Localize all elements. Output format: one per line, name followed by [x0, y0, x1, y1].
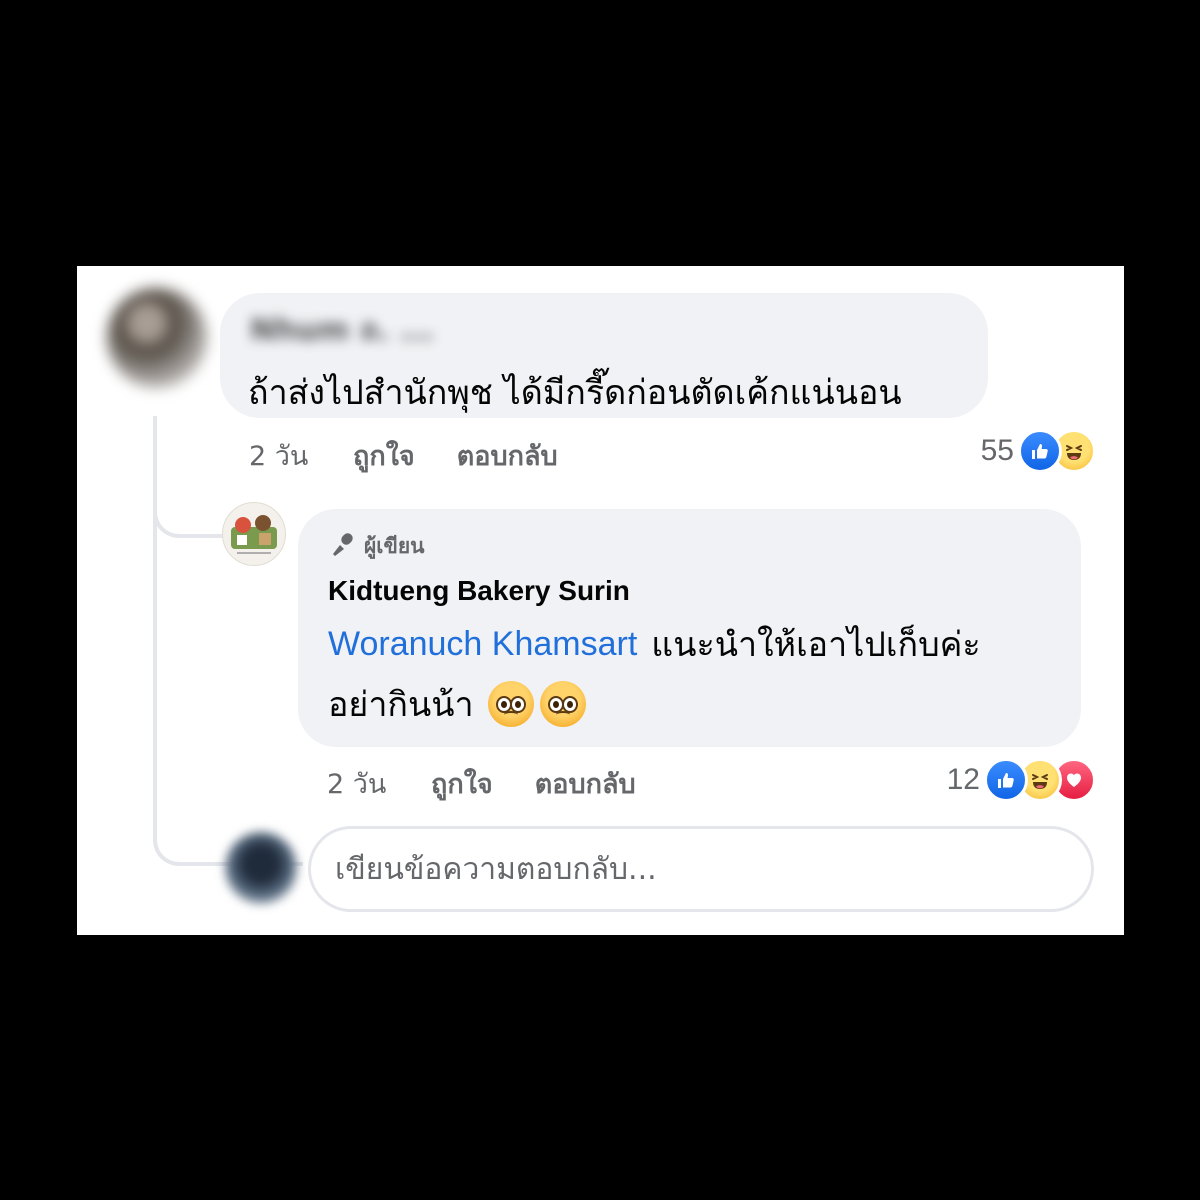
reaction-summary[interactable]: 55: [981, 429, 1096, 473]
reply-button[interactable]: ตอบกลับ: [457, 434, 558, 477]
reply-button[interactable]: ตอบกลับ: [535, 762, 636, 805]
pleading-face-icon: [487, 681, 534, 727]
reply-text-line: Woranuch Khamsart แนะนำให้เอาไปเก็บค่ะ: [328, 617, 981, 671]
like-button[interactable]: ถูกใจ: [353, 434, 415, 477]
comment-bubble: Nhum ล. ... ถ้าส่งไปสำนักพุช ได้มีกรี๊ดก…: [220, 293, 988, 418]
like-reaction-icon: [1018, 429, 1062, 473]
author-badge-label: ผู้เขียน: [364, 533, 425, 558]
reply-text: อย่ากินน้า: [328, 685, 474, 725]
reply-bubble: ผู้เขียน Kidtueng Bakery Surin Woranuch …: [298, 509, 1081, 747]
like-button[interactable]: ถูกใจ: [431, 762, 493, 805]
author-badge: ผู้เขียน: [328, 531, 425, 561]
reaction-summary[interactable]: 12: [947, 758, 1096, 802]
mention-link[interactable]: Woranuch Khamsart: [328, 625, 637, 664]
page-avatar[interactable]: [222, 502, 286, 566]
current-user-avatar: [225, 832, 297, 904]
like-reaction-icon: [984, 758, 1028, 802]
comment-text: ถ้าส่งไปสำนักพุช ได้มีกรี๊ดก่อนตัดเค้กแน…: [248, 373, 902, 413]
comment-timestamp[interactable]: 2 วัน: [249, 434, 353, 477]
commenter-avatar[interactable]: [107, 288, 207, 388]
commenter-name[interactable]: Nhum ล. ...: [250, 307, 570, 348]
microphone-icon: [328, 529, 358, 563]
reaction-count: 12: [946, 763, 980, 796]
comment-thread-panel: Nhum ล. ... ถ้าส่งไปสำนักพุช ได้มีกรี๊ดก…: [77, 266, 1124, 935]
reply-input[interactable]: [308, 826, 1094, 912]
pleading-face-icon: [539, 681, 586, 727]
reply-text: แนะนำให้เอาไปเก็บค่ะ: [651, 625, 981, 665]
reply-timestamp[interactable]: 2 วัน: [327, 762, 431, 805]
comment-actions: 2 วัน ถูกใจ ตอบกลับ: [249, 434, 600, 477]
reply-actions: 2 วัน ถูกใจ ตอบกลับ: [327, 762, 678, 805]
reply-text-line: อย่ากินน้า: [328, 677, 586, 731]
page-name[interactable]: Kidtueng Bakery Surin: [328, 575, 630, 607]
reaction-count: 55: [980, 434, 1014, 467]
